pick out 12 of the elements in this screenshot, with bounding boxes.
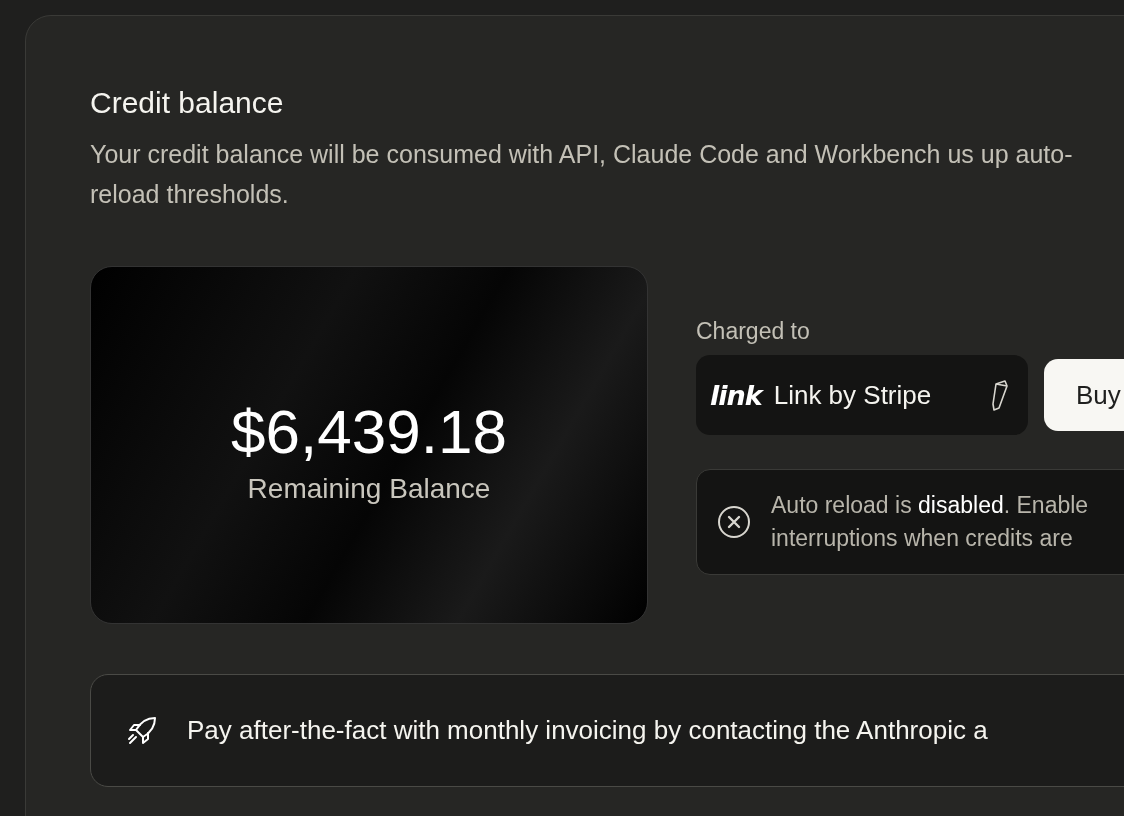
auto-reload-text: Auto reload is disabled. Enable interruptions when credits are [771,491,1089,553]
payment-method-name: Link by Stripe [773,379,933,411]
section-description: Your credit balance will be consumed with API, Claude Code and Workbench us up auto-reload thresholds. [90,139,1074,210]
balance-amount: $6,439.18 [231,395,507,467]
invoice-text: Pay after-the-fact with monthly invoicing by contacting the Anthropic a [187,715,988,746]
balance-label: Remaining Balance [247,472,491,505]
buy-button[interactable]: Buy [1044,359,1124,431]
link-logo: link [710,379,762,411]
payment-method[interactable]: link Link by Stripe [696,355,1028,435]
charged-label: Charged to [696,318,811,345]
edit-icon[interactable] [990,378,1010,412]
section-title: Credit balance [90,86,285,120]
